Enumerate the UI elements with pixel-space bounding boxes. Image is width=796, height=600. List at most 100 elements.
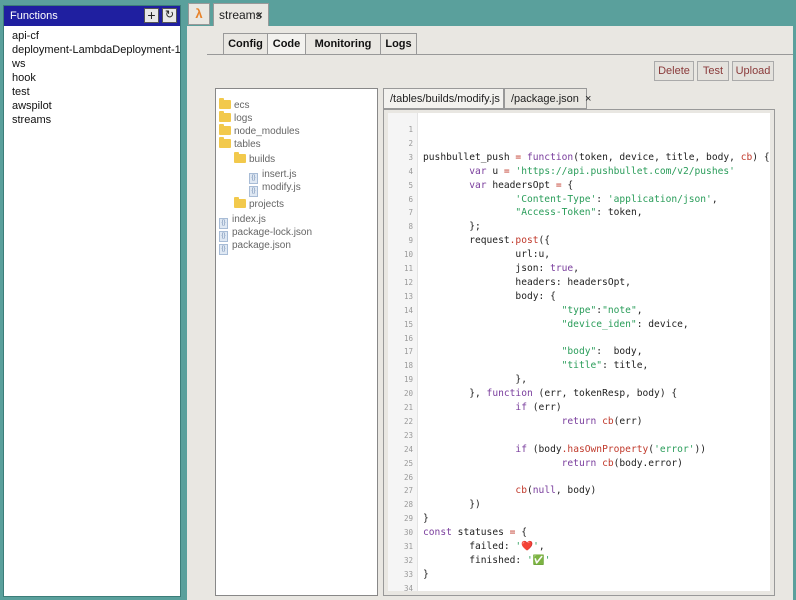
line-number: 25 xyxy=(403,458,413,468)
refresh-button[interactable]: ↻ xyxy=(162,8,177,23)
tree-item-label: index.js xyxy=(232,214,266,225)
code-line[interactable]: request.post({ xyxy=(423,234,550,248)
tree-file[interactable]: {} package-lock.json xyxy=(219,227,313,242)
function-item[interactable]: hook xyxy=(12,71,180,85)
code-line[interactable]: const statuses = { xyxy=(423,526,527,540)
code-line[interactable]: } xyxy=(423,568,429,582)
line-number: 17 xyxy=(403,347,413,357)
code-line[interactable]: pushbullet_push = function(token, device… xyxy=(423,151,770,165)
code-area[interactable]: pushbullet_push = function(token, device… xyxy=(423,113,770,591)
tree-file[interactable]: {} package.json xyxy=(219,240,291,255)
line-number: 3 xyxy=(408,152,413,162)
tree-folder[interactable]: projects xyxy=(234,197,284,211)
code-editor[interactable]: 1 2 3 4 5 6 7 8 9 10 11 12 13 14 15 16 17 18 19 20 21 22 23 24 2… xyxy=(388,113,770,591)
tree-folder[interactable]: logs xyxy=(219,111,252,125)
tab-logs[interactable]: Logs xyxy=(380,33,417,55)
line-number: 19 xyxy=(403,375,413,385)
code-line[interactable]: } xyxy=(423,512,429,526)
line-number: 23 xyxy=(403,430,413,440)
code-line[interactable]: url:u, xyxy=(423,248,550,262)
tree-folder[interactable]: tables xyxy=(219,137,261,151)
tree-folder[interactable]: builds xyxy=(234,152,275,166)
editor-tab-modify-js[interactable]: /tables/builds/modify.js × xyxy=(383,88,512,109)
code-line[interactable]: return cb(err) xyxy=(423,415,643,429)
line-number: 16 xyxy=(403,333,413,343)
line-number: 24 xyxy=(403,444,413,454)
line-number: 33 xyxy=(403,569,413,579)
code-line[interactable]: if (err) xyxy=(423,401,561,415)
line-number: 30 xyxy=(403,528,413,538)
tree-item-label: package-lock.json xyxy=(232,227,313,238)
function-item[interactable]: test xyxy=(12,85,180,99)
line-number: 12 xyxy=(403,277,413,287)
function-item[interactable]: awspilot xyxy=(12,99,180,113)
folder-icon xyxy=(219,124,231,135)
editor-tab-label: /package.json xyxy=(511,93,579,105)
code-line[interactable]: "Access-Token": token, xyxy=(423,206,642,220)
tree-file[interactable]: {} index.js xyxy=(219,214,266,229)
line-number: 32 xyxy=(403,555,413,565)
code-line[interactable]: finished: '✅' xyxy=(423,554,550,568)
tab-monitoring[interactable]: Monitoring xyxy=(305,33,381,55)
function-item[interactable]: api-cf xyxy=(12,29,180,43)
function-item[interactable]: deployment-LambdaDeployment-1CL2PI7 xyxy=(12,43,180,57)
code-line[interactable]: headers: headersOpt, xyxy=(423,276,631,290)
line-number-gutter: 1 2 3 4 5 6 7 8 9 10 11 12 13 14 15 16 17 18 19 20 21 22 23 24 2… xyxy=(388,113,418,591)
code-line[interactable]: 'Content-Type': 'application/json', xyxy=(423,193,717,207)
line-number: 21 xyxy=(403,403,413,412)
tree-item-label: insert.js xyxy=(262,169,297,180)
tree-file[interactable]: {} insert.js xyxy=(249,169,297,184)
delete-button[interactable]: Delete xyxy=(654,61,694,81)
file-icon: {} xyxy=(249,186,258,197)
tree-file[interactable]: {} modify.js xyxy=(249,182,301,197)
tab-monitoring-label: Monitoring xyxy=(314,38,372,50)
code-line[interactable]: }) xyxy=(423,498,481,512)
line-number: 20 xyxy=(403,389,413,399)
function-item[interactable]: streams xyxy=(12,113,180,127)
code-line[interactable]: json: true, xyxy=(423,262,579,276)
line-number: 29 xyxy=(403,514,413,524)
code-line[interactable]: "device_iden": device, xyxy=(423,318,689,332)
code-line[interactable]: body: { xyxy=(423,290,555,304)
tree-item-label: ecs xyxy=(234,100,250,111)
line-number: 8 xyxy=(408,222,413,232)
file-tree: ecs logs node_modules tables builds{} insert.… xyxy=(215,88,378,596)
close-icon[interactable]: × xyxy=(256,4,263,26)
tree-folder[interactable]: node_modules xyxy=(219,124,300,138)
editor-tab-package-json[interactable]: /package.json × xyxy=(504,88,591,109)
line-number: 6 xyxy=(408,194,413,204)
code-line[interactable]: failed: '❤️', xyxy=(423,540,545,554)
code-line[interactable]: }; xyxy=(423,220,481,234)
code-line[interactable]: "body": body, xyxy=(423,345,643,359)
code-line[interactable]: }, xyxy=(423,373,527,387)
line-number: 28 xyxy=(403,500,413,510)
line-number: 9 xyxy=(408,236,413,246)
tab-config[interactable]: Config xyxy=(223,33,268,55)
code-line[interactable]: var u = 'https://api.pushbullet.com/v2/p… xyxy=(423,165,735,179)
line-number: 13 xyxy=(403,291,413,301)
editor-scrollbar[interactable] xyxy=(775,109,785,596)
close-icon[interactable]: × xyxy=(585,93,591,105)
test-button[interactable]: Test xyxy=(697,61,729,81)
upload-button[interactable]: Upload xyxy=(732,61,774,81)
line-number: 26 xyxy=(403,472,413,482)
functions-title: Functions xyxy=(10,10,58,22)
code-line[interactable]: if (body.hasOwnProperty('error')) xyxy=(423,443,706,457)
functions-frame: Functions + ↻ api-cf deployment-LambdaDep… xyxy=(3,5,181,597)
tab-streams[interactable]: streams × xyxy=(213,3,269,26)
lambda-tab[interactable]: λ xyxy=(188,3,210,25)
code-line[interactable]: }, function (err, tokenResp, body) { xyxy=(423,387,677,401)
sub-tab-divider xyxy=(207,54,793,55)
tab-code-label: Code xyxy=(272,38,301,50)
code-line[interactable]: var headersOpt = { xyxy=(423,179,573,193)
function-item[interactable]: ws xyxy=(12,57,180,71)
code-line[interactable]: return cb(body.error) xyxy=(423,457,683,471)
code-line[interactable]: "type":"note", xyxy=(423,304,643,318)
tree-item-label: package.json xyxy=(232,240,291,251)
tree-folder[interactable]: ecs xyxy=(219,98,250,112)
refresh-icon: ↻ xyxy=(164,9,175,21)
tab-code[interactable]: Code xyxy=(267,33,306,55)
code-line[interactable]: cb(null, body) xyxy=(423,484,596,498)
code-line[interactable]: "title": title, xyxy=(423,359,649,373)
add-function-button[interactable]: + xyxy=(144,8,159,23)
